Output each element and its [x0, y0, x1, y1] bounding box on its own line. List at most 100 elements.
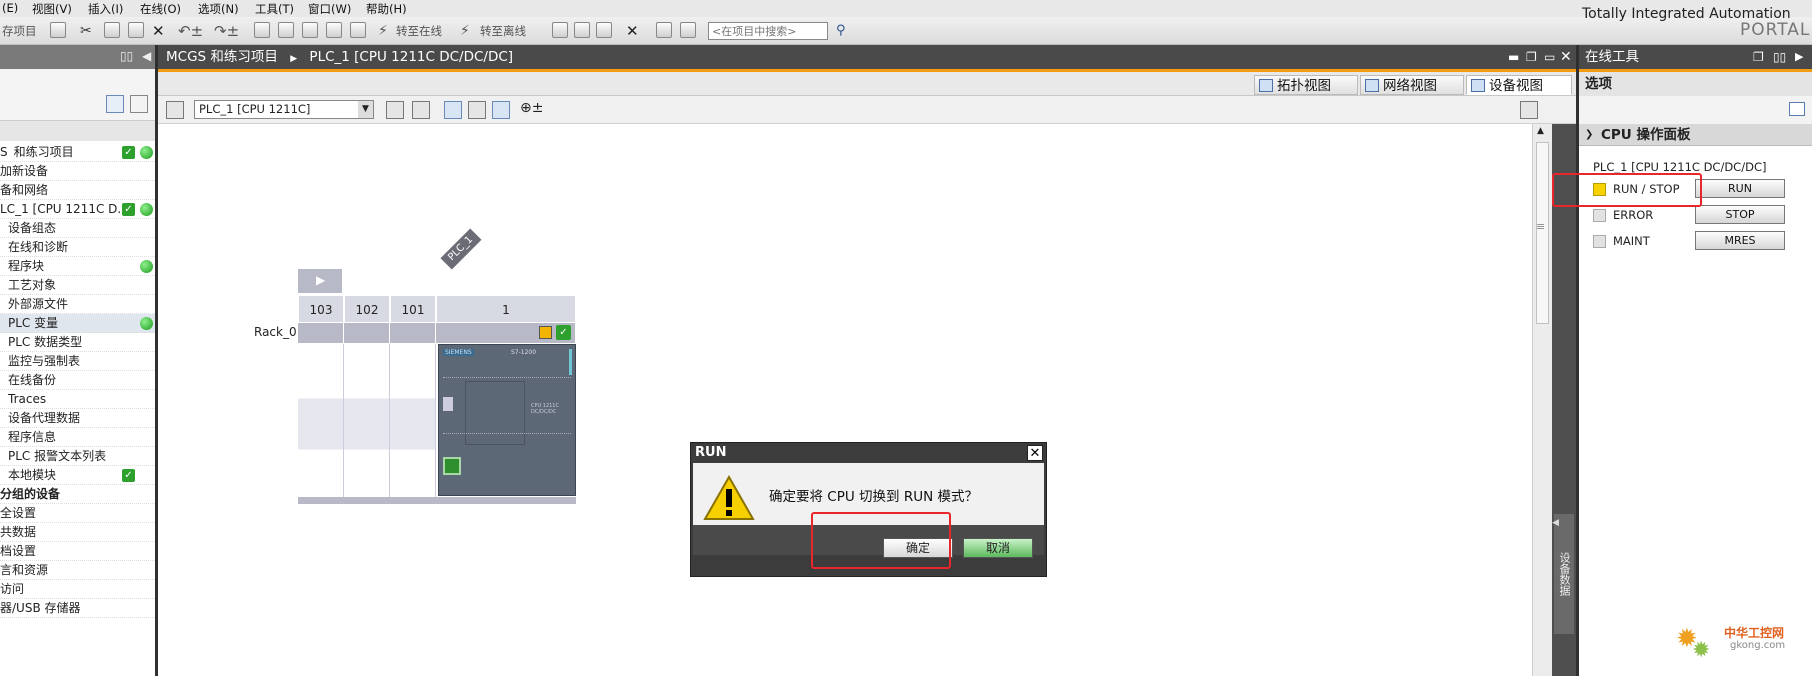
breadcrumb-device[interactable]: PLC_1 [CPU 1211C DC/DC/DC] — [309, 49, 513, 65]
stop-button[interactable]: STOP — [1695, 205, 1785, 224]
save-project-button[interactable]: 存项目 — [2, 21, 37, 41]
device-overview-icon[interactable] — [166, 101, 184, 119]
tree-item[interactable]: 器/USB 存储器 — [0, 599, 155, 618]
show-labels-icon[interactable] — [412, 101, 430, 119]
scroll-up-icon[interactable]: ▲ — [1537, 126, 1544, 136]
menu-tools[interactable]: 工具(T) — [255, 1, 294, 17]
stop-cpu-icon[interactable] — [596, 22, 612, 38]
collapse-right-icon[interactable]: ▶ — [1795, 45, 1803, 69]
tree-item[interactable]: 程序信息 — [0, 428, 155, 447]
module-info-icon[interactable] — [539, 326, 552, 339]
tree-item[interactable]: 共数据 — [0, 523, 155, 542]
slot-103[interactable] — [298, 344, 344, 504]
slot-101[interactable] — [390, 344, 436, 504]
project-search-input[interactable] — [708, 22, 828, 40]
side-tab-arrow-icon[interactable]: ◀ — [1552, 518, 1559, 528]
tree-item[interactable]: 在线备份 — [0, 371, 155, 390]
tab-topology-view[interactable]: 拓扑视图 — [1254, 75, 1358, 95]
dialog-close-icon[interactable]: ✕ — [1027, 445, 1043, 461]
plc-name-tag[interactable]: PLC_1 — [440, 228, 482, 270]
grid-icon[interactable] — [468, 101, 486, 119]
collapse-left-icon[interactable]: ◀ — [142, 49, 151, 63]
add-tree-item-icon[interactable] — [130, 95, 148, 113]
tree-item[interactable]: PLC 报警文本列表 — [0, 447, 155, 466]
pane-layout-icon[interactable]: ▯▯ — [1773, 45, 1786, 69]
menu-window[interactable]: 窗口(W) — [308, 1, 351, 17]
menu-help[interactable]: 帮助(H) — [366, 1, 407, 17]
tree-item[interactable]: 设备组态 — [0, 219, 155, 238]
download-icon[interactable] — [278, 22, 294, 38]
compile-icon[interactable] — [254, 22, 270, 38]
tree-item[interactable]: 监控与强制表 — [0, 352, 155, 371]
tab-network-view[interactable]: 网络视图 — [1360, 75, 1464, 95]
tree-item[interactable]: S 和练习项目 ✓ — [0, 143, 155, 162]
tree-item[interactable]: 程序块 — [0, 257, 155, 276]
tree-item[interactable]: PLC 数据类型 — [0, 333, 155, 352]
menu-insert[interactable]: 插入(I) — [88, 1, 123, 17]
float-pane-icon[interactable]: ❐ — [1753, 45, 1764, 69]
delete-icon[interactable]: ✕ — [152, 21, 165, 41]
upload-icon[interactable] — [302, 22, 318, 38]
undo-icon[interactable]: ↶± — [178, 21, 203, 41]
copy-icon[interactable] — [104, 22, 120, 38]
chevron-down-icon[interactable]: ❯ — [1585, 124, 1593, 146]
tab-device-view[interactable]: 设备视图 — [1466, 75, 1572, 95]
split-vertical-icon[interactable] — [680, 22, 696, 38]
redo-icon[interactable]: ↷± — [214, 21, 239, 41]
start-cpu-icon[interactable] — [574, 22, 590, 38]
scroll-thumb[interactable] — [1536, 142, 1549, 324]
slot-102[interactable] — [344, 344, 390, 504]
cpu-module[interactable]: SIEMENS S7-1200 CPU 1211C DC/DC/DC — [438, 344, 576, 496]
go-online-button[interactable]: 转至在线 — [396, 21, 442, 41]
cut-icon[interactable]: ✂ — [80, 21, 92, 41]
tree-item[interactable]: 工艺对象 — [0, 276, 155, 295]
maximize-editor-icon[interactable]: ▭ — [1544, 45, 1555, 69]
tree-item[interactable]: 设备代理数据 — [0, 409, 155, 428]
go-offline-button[interactable]: 转至离线 — [480, 21, 526, 41]
tree-item[interactable]: 言和资源 — [0, 561, 155, 580]
page-break-icon[interactable] — [492, 101, 510, 119]
panel-layout-icon[interactable] — [1789, 102, 1805, 116]
accessible-devices-icon[interactable] — [552, 22, 568, 38]
device-select[interactable]: PLC_1 [CPU 1211C] — [194, 100, 374, 119]
simulation-icon[interactable] — [326, 22, 342, 38]
fit-view-icon[interactable] — [386, 101, 404, 119]
device-data-side-tab[interactable]: 设备数据 — [1554, 514, 1574, 634]
tree-item[interactable]: PLC 变量 — [0, 314, 155, 333]
tree-item[interactable]: 本地模块 ✓ — [0, 466, 155, 485]
menu-view[interactable]: 视图(V) — [32, 1, 72, 17]
run-button[interactable]: RUN — [1695, 179, 1785, 198]
cancel-button[interactable]: 取消 — [963, 538, 1033, 558]
tree-item[interactable]: 加新设备 — [0, 162, 155, 181]
tree-item[interactable]: Traces — [0, 390, 155, 409]
menu-online[interactable]: 在线(O) — [140, 1, 181, 17]
tree-item[interactable]: 在线和诊断 — [0, 238, 155, 257]
details-view-icon[interactable] — [106, 95, 124, 113]
stop-simulation-icon[interactable] — [350, 22, 366, 38]
tree-item[interactable]: 访问 — [0, 580, 155, 599]
tree-item[interactable]: 备和网络 — [0, 181, 155, 200]
canvas-vertical-scrollbar[interactable]: ▲ ≡ — [1532, 124, 1552, 676]
menu-edit[interactable]: (E) — [2, 1, 18, 15]
layout-options-icon[interactable] — [1520, 101, 1538, 119]
tree-item[interactable]: LC_1 [CPU 1211C D... ✓ — [0, 200, 155, 219]
close-view-icon[interactable]: ✕ — [626, 21, 639, 41]
cpu-panel-section-header[interactable]: ❯ CPU 操作面板 — [1579, 124, 1812, 146]
close-editor-icon[interactable]: ✕ — [1560, 45, 1572, 69]
paste-icon[interactable] — [128, 22, 144, 38]
menu-options[interactable]: 选项(N) — [198, 1, 239, 17]
print-icon[interactable] — [50, 22, 66, 38]
device-canvas[interactable]: PLC_1 ▶ 103 102 101 1 Rack_0 ✓ SIEMENS S… — [158, 124, 1532, 676]
tree-item[interactable]: 分组的设备 — [0, 485, 155, 504]
tree-item[interactable]: 外部源文件 — [0, 295, 155, 314]
pane-layout-icon[interactable]: ▯▯ — [120, 49, 133, 63]
tree-item[interactable]: 全设置 — [0, 504, 155, 523]
breadcrumb-project[interactable]: MCGS 和练习项目 — [166, 49, 278, 65]
split-horizontal-icon[interactable] — [656, 22, 672, 38]
mres-button[interactable]: MRES — [1695, 231, 1785, 250]
rack-expand-button[interactable]: ▶ — [298, 269, 342, 293]
tree-item[interactable]: 档设置 — [0, 542, 155, 561]
search-icon[interactable]: ⚲ — [836, 23, 852, 39]
zoom-icon[interactable]: ⊕± — [520, 100, 543, 116]
float-editor-icon[interactable]: ❐ — [1526, 45, 1537, 69]
